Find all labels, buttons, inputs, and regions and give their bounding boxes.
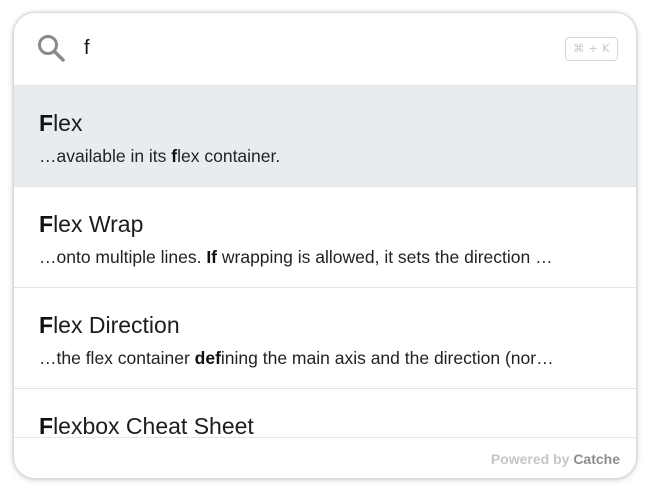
result-excerpt: …onto multiple lines. If wrapping is all… — [39, 247, 614, 268]
excerpt-post: lex container. — [177, 146, 281, 166]
title-text: lex — [53, 110, 83, 136]
excerpt-pre: …available in its — [39, 146, 172, 166]
title-highlight: F — [39, 211, 54, 237]
search-icon — [38, 35, 65, 62]
search-bar: ⌘ + K — [14, 13, 636, 86]
excerpt-post: wrapping is allowed, it sets the directi… — [217, 247, 553, 267]
excerpt-pre: …the flex container — [39, 348, 195, 368]
brand-name: Catche — [573, 451, 620, 467]
search-modal: ⌘ + K Flex …available in its flex contai… — [13, 12, 637, 479]
result-title: Flexbox Cheat Sheet — [39, 413, 254, 438]
title-text: lexbox Cheat Sheet — [53, 413, 254, 438]
result-item-flex-wrap[interactable]: Flex Wrap …onto multiple lines. If wrapp… — [14, 187, 636, 288]
footer: Powered by Catche — [14, 437, 636, 478]
results-list: Flex …available in its flex container. F… — [14, 86, 636, 438]
result-item-flex-direction[interactable]: Flex Direction …the flex container defin… — [14, 288, 636, 389]
excerpt-post: ining the main axis and the direction (n… — [220, 348, 554, 368]
result-title: Flex — [39, 110, 82, 137]
powered-by-label: Powered by — [490, 451, 570, 467]
excerpt-highlight: If — [206, 247, 218, 267]
result-excerpt: …the flex container defining the main ax… — [39, 348, 614, 369]
powered-by-attribution[interactable]: Powered by Catche — [491, 451, 620, 467]
excerpt-pre: …onto multiple lines. — [39, 247, 207, 267]
keyboard-shortcut-badge: ⌘ + K — [565, 37, 618, 61]
title-text: lex Wrap — [53, 211, 144, 237]
result-title: Flex Wrap — [39, 211, 143, 238]
title-highlight: F — [39, 312, 54, 338]
title-highlight: F — [39, 413, 54, 438]
search-input[interactable] — [84, 33, 534, 63]
result-title: Flex Direction — [39, 312, 180, 339]
title-text: lex Direction — [53, 312, 180, 338]
result-item-flex[interactable]: Flex …available in its flex container. — [14, 86, 636, 187]
excerpt-highlight: def — [194, 348, 221, 368]
result-excerpt: …available in its flex container. — [39, 146, 614, 167]
title-highlight: F — [39, 110, 54, 136]
result-item-flexbox-cheat-sheet[interactable]: Flexbox Cheat Sheet — [14, 389, 636, 438]
